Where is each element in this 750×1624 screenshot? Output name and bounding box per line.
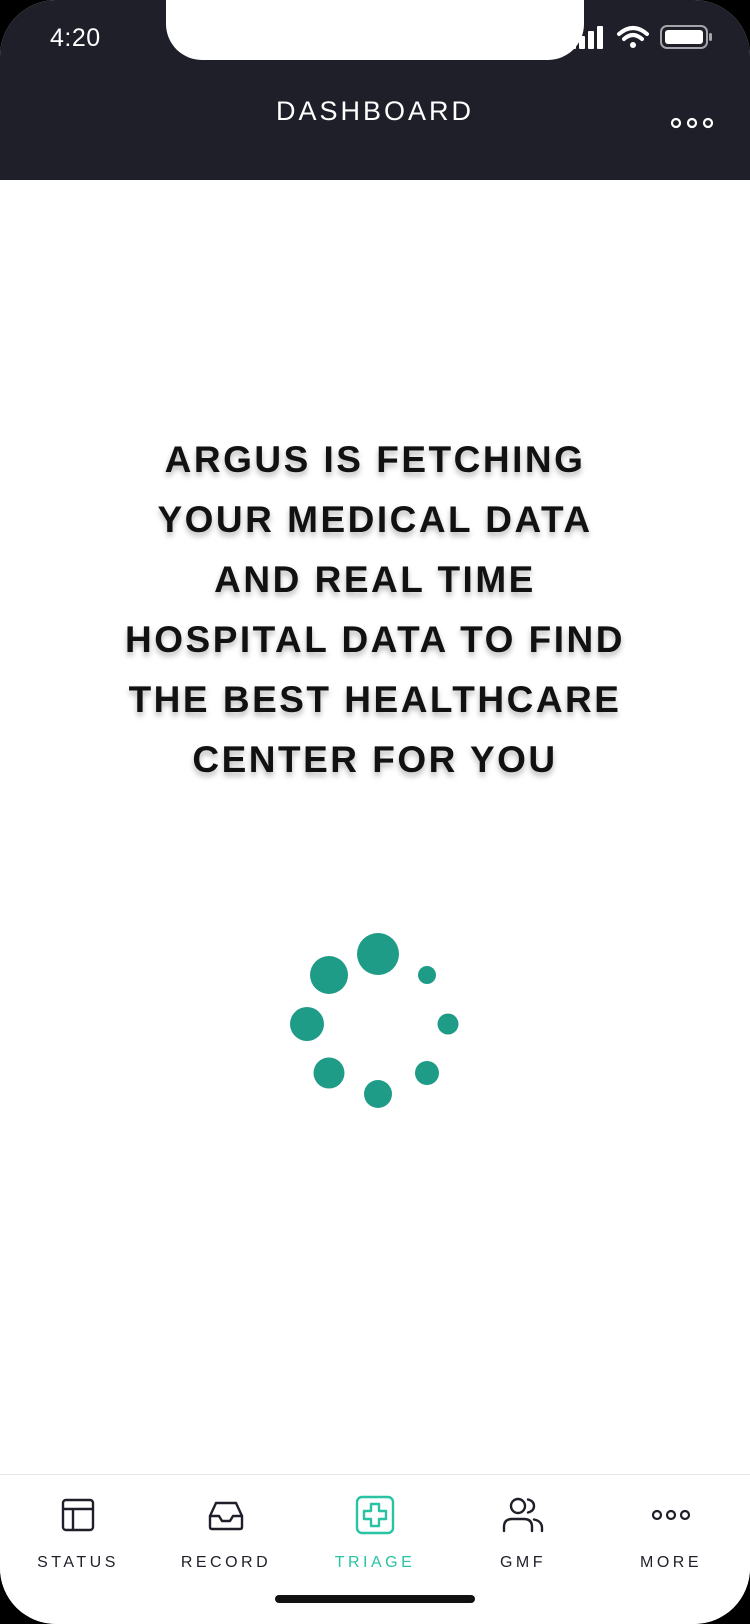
tab-label: STATUS [37, 1554, 119, 1571]
loading-spinner [290, 933, 459, 1108]
tab-label: GMF [499, 1554, 547, 1571]
wifi-icon [617, 26, 649, 48]
tab-record[interactable]: RECORD [151, 1493, 301, 1583]
spinner-dot [437, 1013, 459, 1035]
status-icons [570, 25, 712, 49]
spinner-dot [290, 1007, 324, 1041]
tab-label: MORE [640, 1554, 702, 1571]
signal-icon [570, 26, 603, 49]
spinner-dot [310, 956, 348, 994]
status-time: 4:20 [50, 24, 101, 52]
app-header: 4:20 DASHBOARD [0, 0, 750, 180]
more-horizontal-icon[interactable] [668, 108, 716, 138]
loading-message: ARGUS IS FETCHING YOUR MEDICAL DATA AND … [125, 439, 625, 780]
spinner-dot [364, 1080, 392, 1108]
users-icon [502, 1497, 544, 1533]
spinner-dot [415, 1061, 439, 1085]
phone-screen: 4:20 DASHBOARD ARGUS IS FETCHING YOUR ME… [0, 0, 750, 1624]
more-horizontal-icon [651, 1509, 691, 1521]
home-indicator[interactable] [275, 1595, 475, 1603]
medical-cross-icon [355, 1495, 395, 1535]
spinner-dot [418, 966, 436, 984]
battery-icon [660, 25, 712, 49]
tab-status[interactable]: STATUS [3, 1493, 153, 1583]
page-title: DASHBOARD [275, 96, 475, 126]
layout-icon [61, 1498, 95, 1532]
inbox-icon [208, 1501, 244, 1531]
spinner-dot [313, 1057, 345, 1089]
spinner-dot [357, 933, 399, 975]
tab-label: TRIAGE [334, 1554, 416, 1571]
tab-label: RECORD [180, 1554, 272, 1571]
tab-more[interactable]: MORE [596, 1493, 746, 1583]
tab-gmf[interactable]: GMF [448, 1493, 598, 1583]
device-notch [166, 0, 584, 60]
tab-triage[interactable]: TRIAGE [300, 1493, 450, 1583]
